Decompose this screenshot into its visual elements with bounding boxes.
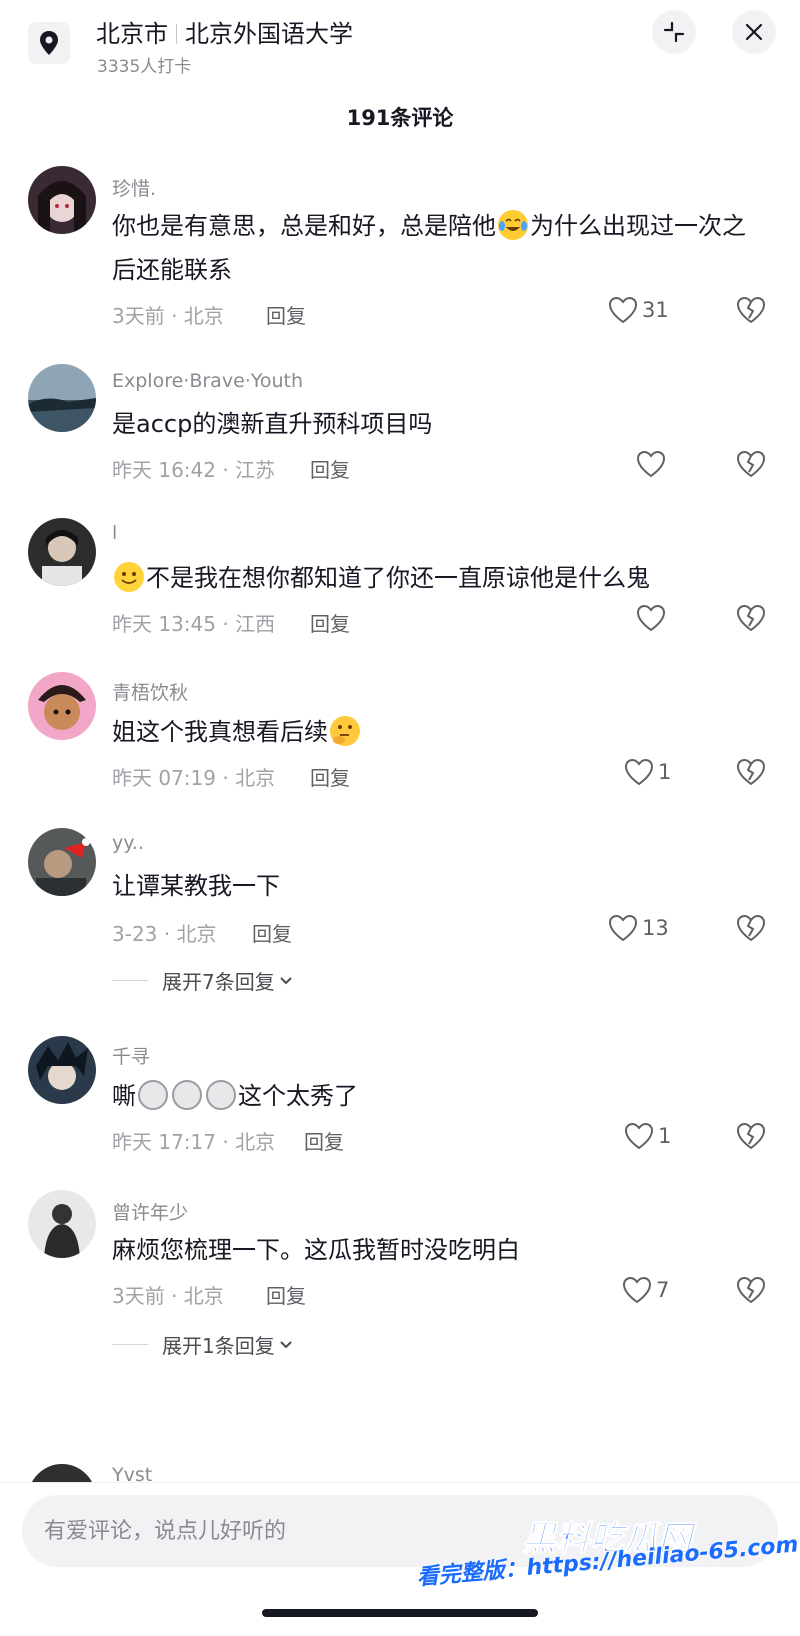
comment-meta: 昨天 17:17 · 北京 [112, 1130, 276, 1154]
reply-button[interactable]: 回复 [310, 762, 350, 791]
comment-username[interactable]: l [112, 522, 117, 544]
comment-text: 麻烦您梳理一下。这瓜我暂时没吃明白 [112, 1236, 520, 1264]
heart-icon [624, 1122, 654, 1150]
location-place: 北京外国语大学 [185, 20, 353, 48]
location-city: 北京市 [96, 20, 168, 48]
like-count: 7 [656, 1278, 670, 1302]
broken-heart-icon [737, 915, 765, 941]
header: 北京市 北京外国语大学 3335人打卡 191条评论 [0, 0, 800, 170]
comment-count-title: 191条评论 [346, 106, 454, 130]
comment-text: 让谭某教我一下 [112, 872, 280, 900]
avatar[interactable] [28, 828, 96, 896]
avatar[interactable] [28, 672, 96, 740]
comment-meta: 昨天 16:42 · 江苏 [112, 458, 276, 482]
comment-username[interactable]: 青梧饮秋 [112, 678, 188, 705]
like-count: 1 [658, 1124, 672, 1148]
comment-username[interactable]: Yvst [112, 1464, 152, 1482]
comment-username[interactable]: yy.. [112, 832, 144, 854]
collapse-button[interactable] [652, 10, 696, 54]
comment-username[interactable]: 千寻 [112, 1042, 150, 1069]
thinking-emoji-icon [330, 716, 360, 746]
close-icon [745, 23, 763, 41]
comment-meta: 昨天 13:45 · 江西 [112, 612, 276, 636]
shocked-emoji-icon [206, 1080, 236, 1110]
dislike-button[interactable] [736, 758, 766, 790]
comment-text: 你也是有意思，总是和好，总是陪他 为什么出现过一次之后还能联系 [112, 210, 746, 284]
avatar[interactable] [28, 166, 96, 234]
heart-icon [622, 1276, 652, 1304]
location-pin-icon[interactable] [28, 22, 70, 64]
broken-heart-icon [737, 297, 765, 323]
comment-text: 嘶这个太秀了 [112, 1080, 358, 1110]
avatar[interactable] [28, 364, 96, 432]
avatar[interactable] [28, 518, 96, 586]
like-button[interactable] [636, 450, 670, 478]
like-button[interactable]: 1 [624, 758, 671, 786]
avatar[interactable] [28, 1036, 96, 1104]
comment-username[interactable]: Explore·Brave·Youth [112, 370, 303, 392]
like-button[interactable]: 13 [608, 914, 669, 942]
reply-button[interactable]: 回复 [310, 454, 350, 483]
heart-icon [608, 296, 638, 324]
broken-heart-icon [737, 1123, 765, 1149]
crying-laughing-emoji-icon [498, 210, 528, 240]
comment-input-bar: 黑料吃瓜网 看完整版：https://heiliao-65.com [0, 1482, 800, 1636]
expand-replies-button[interactable]: 展开7条回复 [112, 966, 293, 995]
heart-icon [636, 450, 666, 478]
comment-username[interactable]: 曾许年少 [112, 1198, 188, 1225]
comment-item: Yvst [0, 1460, 800, 1482]
smile-emoji-icon [114, 562, 144, 592]
broken-heart-icon [737, 451, 765, 477]
like-count: 1 [658, 760, 672, 784]
expand-divider [112, 980, 148, 981]
like-button[interactable] [636, 604, 670, 632]
like-button[interactable]: 31 [608, 296, 669, 324]
dislike-button[interactable] [736, 604, 766, 636]
dislike-button[interactable] [736, 914, 766, 946]
avatar[interactable] [28, 1190, 96, 1258]
broken-heart-icon [737, 605, 765, 631]
comment-text: 姐这个我真想看后续 [112, 710, 752, 754]
expand-replies-button[interactable]: 展开1条回复 [112, 1330, 293, 1359]
comment-meta: 3-23 · 北京 [112, 922, 217, 946]
heart-icon [624, 758, 654, 786]
reply-button[interactable]: 回复 [310, 608, 350, 637]
comment-text: 不是我在想你都知道了你还一直原谅他是什么鬼 [112, 556, 752, 600]
broken-heart-icon [737, 1277, 765, 1303]
comment-username[interactable]: 珍惜. [112, 174, 156, 201]
like-count: 31 [642, 298, 669, 322]
shocked-emoji-icon [172, 1080, 202, 1110]
checkin-count: 3335人打卡 [97, 57, 192, 77]
shocked-emoji-icon [138, 1080, 168, 1110]
dislike-button[interactable] [736, 1122, 766, 1154]
chevron-down-icon [280, 976, 292, 984]
reply-button[interactable]: 回复 [304, 1126, 344, 1155]
broken-heart-icon [737, 759, 765, 785]
reply-button[interactable]: 回复 [266, 300, 306, 329]
comment-meta: 3天前 · 北京 [112, 304, 224, 328]
reply-button[interactable]: 回复 [252, 918, 292, 947]
heart-icon [608, 914, 638, 942]
like-button[interactable]: 1 [624, 1122, 671, 1150]
comment-input[interactable] [44, 1511, 544, 1551]
heart-icon [636, 604, 666, 632]
dislike-button[interactable] [736, 1276, 766, 1308]
expand-divider [112, 1344, 148, 1345]
collapse-icon [663, 21, 685, 43]
comment-meta: 3天前 · 北京 [112, 1284, 224, 1308]
home-indicator[interactable] [262, 1609, 538, 1617]
like-button[interactable]: 7 [622, 1276, 669, 1304]
reply-button[interactable]: 回复 [266, 1280, 306, 1309]
close-button[interactable] [732, 10, 776, 54]
location-title[interactable]: 北京市 北京外国语大学 [96, 14, 353, 49]
chevron-down-icon [280, 1340, 292, 1348]
like-count: 13 [642, 916, 669, 940]
dislike-button[interactable] [736, 296, 766, 328]
comment-text: 是accp的澳新直升预科项目吗 [112, 410, 433, 438]
comment-meta: 昨天 07:19 · 北京 [112, 766, 276, 790]
avatar[interactable] [28, 1464, 96, 1482]
title-divider [176, 24, 177, 44]
dislike-button[interactable] [736, 450, 766, 482]
